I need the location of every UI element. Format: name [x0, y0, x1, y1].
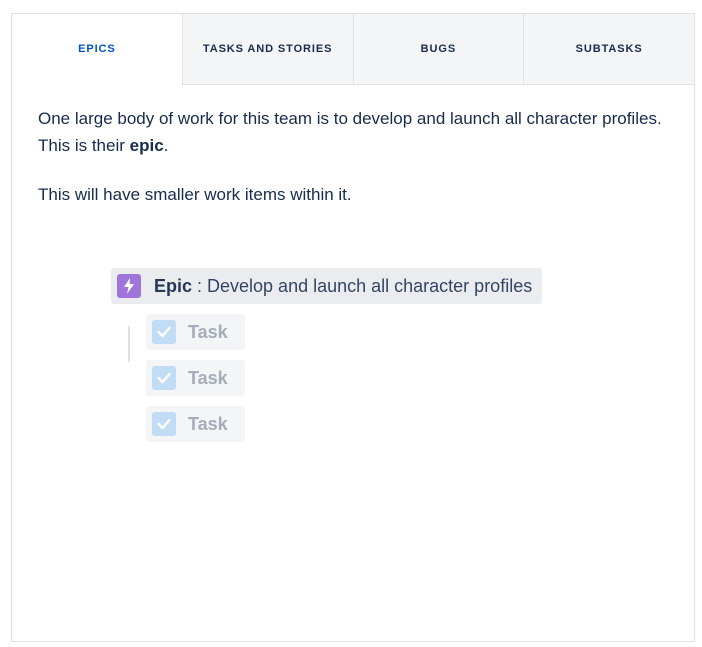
epic-label: Epic: [154, 275, 193, 296]
sub-description: This will have smaller work items within…: [38, 185, 352, 204]
tab-bugs[interactable]: BUGS: [352, 14, 524, 85]
task-card: Task: [146, 314, 245, 350]
checkbox-check-icon: [152, 366, 176, 390]
tab-subtasks[interactable]: SUBTASKS: [523, 14, 694, 85]
lightning-bolt-icon: [117, 274, 141, 298]
tab-epics[interactable]: EPICS: [12, 14, 182, 85]
epic-title: Epic : Develop and launch all character …: [154, 276, 532, 297]
tab-tasks-and-stories[interactable]: TASKS AND STORIES: [181, 14, 353, 85]
task-card: Task: [146, 360, 245, 396]
hierarchy-connector-line: [128, 326, 130, 362]
epic-description: : Develop and launch all character profi…: [192, 275, 533, 296]
epic-term: epic: [129, 136, 164, 155]
checkbox-check-icon: [152, 412, 176, 436]
description-period: .: [163, 136, 169, 155]
epic-card: Epic : Develop and launch all character …: [111, 268, 543, 304]
checkbox-check-icon: [152, 320, 176, 344]
epic-diagram: Epic : Develop and launch all character …: [38, 268, 668, 468]
task-label: Task: [188, 367, 228, 388]
task-label: Task: [188, 413, 228, 434]
task-card: Task: [146, 406, 245, 442]
description-paragraph: One large body of work for this team is …: [38, 105, 668, 159]
task-label: Task: [188, 321, 228, 342]
tabbed-card: EPICS TASKS AND STORIES BUGS SUBTASKS On…: [11, 13, 695, 642]
tab-panel: One large body of work for this team is …: [12, 85, 694, 468]
tab-bar: EPICS TASKS AND STORIES BUGS SUBTASKS: [12, 14, 694, 85]
